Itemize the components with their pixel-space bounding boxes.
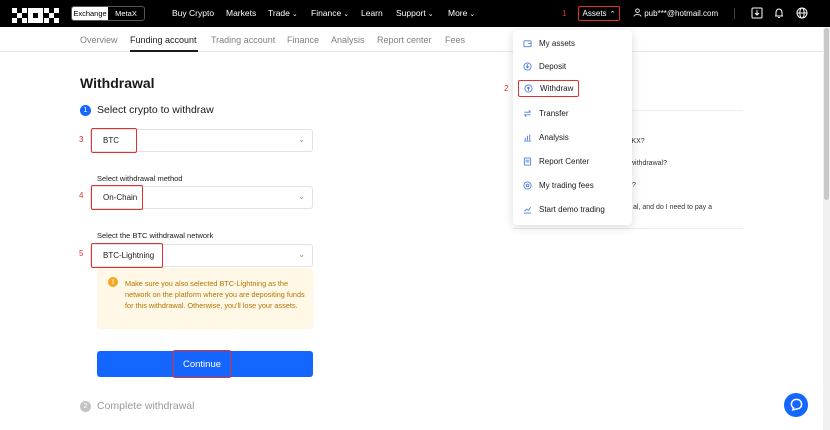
withdraw-icon: [524, 84, 533, 93]
faq-question[interactable]: withdrawal?: [630, 160, 667, 167]
page-title: Withdrawal: [80, 75, 155, 91]
faq-question[interactable]: al, and do I need to pay a: [633, 204, 712, 211]
chevron-down-icon: ⌄: [291, 11, 298, 18]
menu-item-my-trading-fees[interactable]: My trading fees: [523, 181, 594, 190]
chevron-down-icon: ⌄: [298, 135, 305, 144]
analysis-icon: [523, 133, 532, 142]
subnav-analysis[interactable]: Analysis: [331, 35, 365, 45]
subnav-finance[interactable]: Finance: [287, 35, 319, 45]
chevron-up-icon: ⌃: [609, 10, 616, 18]
download-icon[interactable]: [751, 7, 763, 19]
menu-item-analysis[interactable]: Analysis: [523, 133, 569, 142]
warning-text: Make sure you also selected BTC-Lightnin…: [125, 279, 305, 310]
fees-icon: [523, 181, 532, 190]
exchange-metax-switch[interactable]: Exchange MetaX: [71, 6, 145, 21]
step-2: 2 Complete withdrawal: [80, 400, 194, 412]
scrollbar-thumb[interactable]: [824, 28, 829, 200]
nav-more[interactable]: More ⌄: [448, 8, 475, 18]
method-selected-value: On-Chain: [91, 185, 143, 210]
network-select[interactable]: BTC-Lightning ⌄: [90, 243, 313, 268]
network-label: Select the BTC withdrawal network: [97, 231, 214, 240]
subnav-overview[interactable]: Overview: [80, 35, 118, 45]
network-selected-value: BTC-Lightning: [91, 243, 163, 268]
subnav-fees[interactable]: Fees: [445, 35, 465, 45]
nav-support[interactable]: Support ⌄: [396, 8, 434, 18]
active-tab-underline: [130, 50, 198, 52]
top-navigation-bar: Exchange MetaX Buy Crypto Markets Trade ⌄…: [0, 0, 830, 27]
menu-item-my-assets[interactable]: My assets: [523, 39, 575, 48]
subnav-funding-account[interactable]: Funding account: [130, 35, 197, 45]
chat-support-button[interactable]: [784, 393, 808, 417]
nav-markets[interactable]: Markets: [226, 8, 256, 18]
step-label: Complete withdrawal: [97, 400, 195, 412]
menu-item-transfer[interactable]: Transfer: [523, 109, 569, 118]
annotation-number: 2: [504, 84, 509, 93]
nav-learn[interactable]: Learn: [361, 8, 383, 18]
assets-subnav: Overview Funding account Trading account…: [0, 27, 830, 52]
transfer-icon: [523, 109, 532, 118]
nav-trade[interactable]: Trade ⌄: [268, 8, 298, 18]
demo-icon: [523, 205, 532, 214]
continue-button[interactable]: Continue: [97, 350, 313, 378]
menu-item-withdraw[interactable]: Withdraw: [518, 80, 580, 97]
page-scrollbar[interactable]: [823, 27, 830, 430]
chat-bubble-icon: [790, 398, 803, 413]
exchange-tab[interactable]: Exchange: [72, 7, 108, 20]
faq-divider: [513, 228, 743, 229]
deposit-icon: [523, 62, 532, 71]
menu-item-deposit[interactable]: Deposit: [523, 62, 566, 71]
assets-dropdown-menu: My assets Deposit 2 Withdraw Transfer An…: [504, 30, 632, 225]
step-1: 1 Select crypto to withdraw: [80, 104, 214, 116]
subnav-trading-account[interactable]: Trading account: [211, 35, 275, 45]
continue-label: Continue: [173, 350, 231, 378]
wallet-icon: [523, 39, 532, 48]
nav-finance[interactable]: Finance ⌄: [311, 8, 349, 18]
bell-icon[interactable]: [773, 7, 785, 19]
globe-icon[interactable]: [796, 7, 808, 19]
divider: [734, 8, 735, 19]
annotation-number: 3: [79, 135, 84, 144]
method-label: Select withdrawal method: [97, 174, 183, 183]
chevron-down-icon: ⌄: [469, 11, 476, 18]
faq-question[interactable]: ?: [632, 182, 636, 189]
step-label: Select crypto to withdraw: [97, 104, 214, 116]
annotation-number: 5: [79, 249, 84, 258]
chevron-down-icon: ⌄: [427, 11, 434, 18]
annotation-number: 1: [562, 9, 567, 18]
user-icon: [633, 8, 644, 18]
report-icon: [523, 157, 532, 166]
step-number-badge: 1: [80, 104, 91, 116]
chevron-down-icon: ⌄: [298, 250, 305, 259]
subnav-report-center[interactable]: Report center: [377, 35, 432, 45]
okx-logo[interactable]: [12, 8, 59, 23]
warning-icon: !: [108, 277, 118, 287]
nav-buy-crypto[interactable]: Buy Crypto: [172, 8, 214, 18]
annotation-number: 4: [79, 191, 84, 200]
withdrawal-method-select[interactable]: On-Chain ⌄: [90, 185, 313, 210]
assets-button[interactable]: Assets ⌃: [578, 6, 620, 21]
menu-item-start-demo-trading[interactable]: Start demo trading: [523, 205, 605, 214]
chevron-down-icon: ⌄: [343, 11, 350, 18]
chevron-down-icon: ⌄: [298, 192, 305, 201]
step-number-badge: 2: [80, 400, 91, 412]
network-warning-box: ! Make sure you also selected BTC-Lightn…: [97, 268, 313, 329]
metax-tab[interactable]: MetaX: [108, 7, 144, 20]
user-account[interactable]: pub***@hotmail.com: [633, 8, 718, 18]
crypto-select[interactable]: BTC ⌄: [90, 128, 313, 153]
menu-item-report-center[interactable]: Report Center: [523, 157, 589, 166]
crypto-selected-value: BTC: [91, 128, 137, 153]
